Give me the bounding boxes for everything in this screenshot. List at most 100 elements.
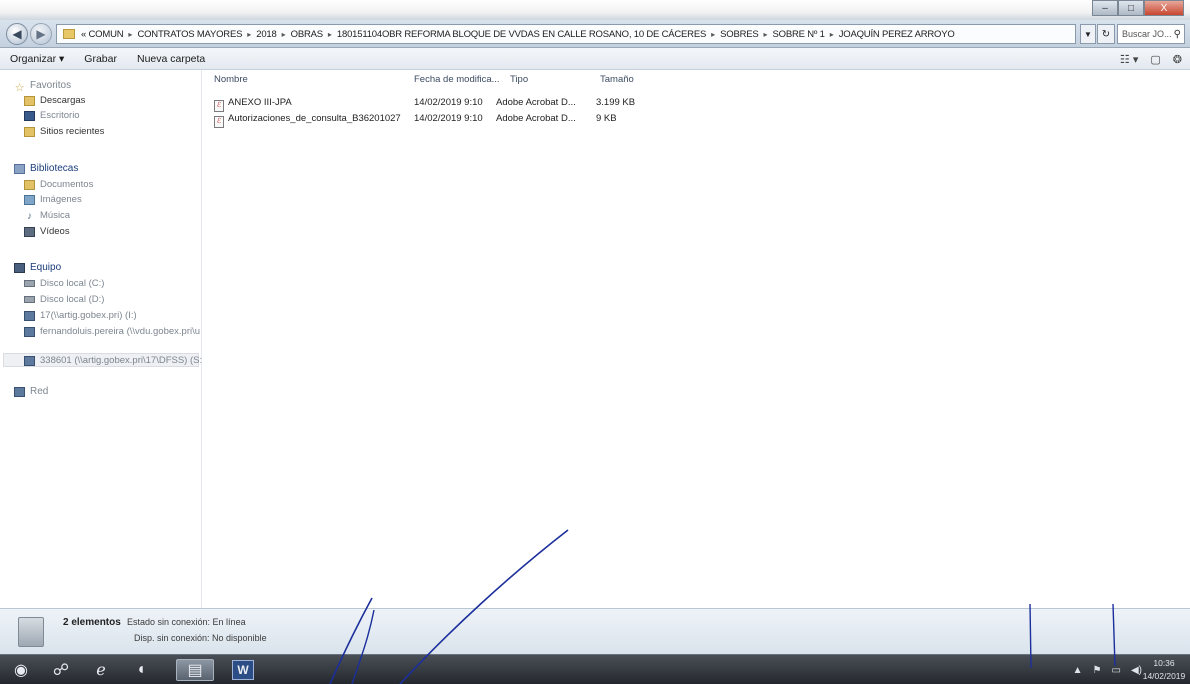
nav-item-label: 338601 (\\artig.gobex.pri\17\DFSS) (S: bbox=[40, 355, 203, 366]
nav-item-documentos[interactable]: Documentos bbox=[24, 179, 93, 190]
breadcrumb-project[interactable]: 180151104OBR REFORMA BLOQUE DE VVDAS EN … bbox=[337, 29, 706, 40]
network-drive-icon bbox=[24, 355, 35, 366]
minimize-button[interactable]: – bbox=[1092, 0, 1118, 16]
nav-favorites-label: Favoritos bbox=[30, 80, 72, 91]
nav-item-network-drive-s[interactable]: 338601 (\\artig.gobex.pri\17\DFSS) (S: bbox=[24, 355, 202, 366]
taskbar-app-media[interactable]: ◖ bbox=[128, 659, 154, 681]
nav-item-drive-d[interactable]: Disco local (D:) bbox=[24, 294, 104, 305]
help-icon[interactable]: ❂ bbox=[1173, 53, 1182, 66]
taskbar-app-explorer[interactable]: ▤ bbox=[176, 659, 214, 681]
breadcrumb-separator[interactable]: ▸ bbox=[830, 30, 834, 39]
nav-item-imagenes[interactable]: Imágenes bbox=[24, 194, 82, 205]
nav-item-label: Vídeos bbox=[40, 226, 70, 237]
network-drive-icon bbox=[24, 326, 35, 337]
column-header-modified[interactable]: Fecha de modifica... bbox=[414, 74, 500, 85]
file-list: Nombre Fecha de modifica... Tipo Tamaño … bbox=[202, 70, 1190, 608]
burn-button[interactable]: Grabar bbox=[74, 53, 127, 65]
command-bar: Organizar ▾ Grabar Nueva carpeta ☷ ▾ ▢ ❂ bbox=[0, 48, 1190, 70]
breadcrumb-separator[interactable]: ▸ bbox=[711, 30, 715, 39]
recent-places-icon bbox=[24, 126, 35, 137]
folder-icon: ▤ bbox=[187, 662, 203, 679]
clock-date: 14/02/2019 bbox=[1142, 671, 1186, 681]
column-header-type[interactable]: Tipo bbox=[510, 74, 528, 85]
breadcrumb-separator[interactable]: ▸ bbox=[282, 30, 286, 39]
breadcrumb-separator[interactable]: ▸ bbox=[128, 30, 132, 39]
nav-item-videos[interactable]: Vídeos bbox=[24, 226, 70, 237]
nav-computer[interactable]: Equipo bbox=[14, 262, 61, 273]
nav-item-escritorio[interactable]: Escritorio bbox=[24, 110, 80, 121]
network-status-icon[interactable]: ▭ bbox=[1112, 665, 1121, 676]
nav-network-label: Red bbox=[30, 386, 49, 397]
videos-icon bbox=[24, 226, 35, 237]
address-bar[interactable]: « COMUN ▸ CONTRATOS MAYORES ▸ 2018 ▸ OBR… bbox=[56, 24, 1076, 44]
media-player-icon: ◖ bbox=[136, 661, 146, 678]
start-button[interactable]: ◉ bbox=[8, 659, 34, 681]
breadcrumb-sobre-1[interactable]: SOBRE Nº 1 bbox=[773, 29, 825, 40]
file-row[interactable]: ℰ Autorizaciones_de_consulta_B36201027 14… bbox=[202, 113, 662, 128]
nav-item-drive-c[interactable]: Disco local (C:) bbox=[24, 278, 104, 289]
nav-network[interactable]: Red bbox=[14, 386, 48, 397]
nav-item-network-drive-user[interactable]: fernandoluis.pereira (\\vdu.gobex.pri\u bbox=[24, 326, 200, 337]
nav-item-label: fernandoluis.pereira (\\vdu.gobex.pri\u bbox=[40, 326, 201, 337]
breadcrumb-separator[interactable]: ▸ bbox=[328, 30, 332, 39]
nav-item-label: Imágenes bbox=[40, 194, 82, 205]
breadcrumb-separator[interactable]: ▸ bbox=[764, 30, 768, 39]
close-button[interactable]: X bbox=[1144, 0, 1184, 16]
search-input[interactable]: Buscar JO... ⚲ bbox=[1117, 24, 1185, 44]
file-modified: 14/02/2019 9:10 bbox=[414, 113, 483, 124]
file-name: Autorizaciones_de_consulta_B36201027 bbox=[228, 113, 401, 124]
pdf-file-icon: ℰ bbox=[214, 116, 224, 128]
volume-icon[interactable]: ◀) bbox=[1131, 665, 1142, 676]
breadcrumb-obras[interactable]: OBRAS bbox=[291, 29, 323, 40]
breadcrumb-sobres[interactable]: SOBRES bbox=[720, 29, 759, 40]
address-history-dropdown[interactable]: ▼ bbox=[1080, 24, 1096, 44]
nav-libraries[interactable]: Bibliotecas bbox=[14, 163, 78, 174]
clock-time: 10:36 bbox=[1153, 658, 1175, 668]
nav-favorites[interactable]: ☆ Favoritos bbox=[14, 80, 72, 94]
column-header-size[interactable]: Tamaño bbox=[600, 74, 634, 85]
maximize-button[interactable]: □ bbox=[1118, 0, 1144, 16]
arrow-left-icon: ◀ bbox=[12, 27, 22, 41]
chevron-down-icon: ▼ bbox=[1084, 29, 1092, 39]
breadcrumb-current-folder[interactable]: JOAQUÍN PEREZ ARROYO bbox=[839, 29, 955, 40]
word-icon: W bbox=[237, 663, 249, 677]
nav-item-label: Disco local (C:) bbox=[40, 278, 105, 289]
nav-item-label: Escritorio bbox=[40, 110, 80, 121]
breadcrumb-comun[interactable]: « COMUN bbox=[81, 29, 124, 40]
clock[interactable]: 10:36 14/02/2019 bbox=[1142, 657, 1186, 683]
tool-icon: ☍ bbox=[52, 662, 70, 679]
window-controls: – □ X bbox=[1092, 0, 1184, 20]
network-drive-icon bbox=[24, 310, 35, 321]
taskbar-app-word[interactable]: W bbox=[232, 660, 254, 680]
nav-item-network-drive-i[interactable]: 17(\\artig.gobex.pri) (I:) bbox=[24, 310, 137, 321]
search-icon: ⚲ bbox=[1173, 28, 1181, 40]
preview-pane-icon[interactable]: ▢ bbox=[1150, 53, 1160, 66]
taskbar: ◉ ☍ ℯ ◖ ▤ W ▲ ⚑ ▭ ◀) 10:36 14/02/2019 bbox=[0, 654, 1190, 684]
music-icon: ♪ bbox=[27, 210, 32, 222]
action-center-icon[interactable]: ⚑ bbox=[1093, 665, 1102, 676]
file-size: 3.199 KB bbox=[596, 97, 636, 108]
nav-item-musica[interactable]: ♪ Música bbox=[24, 210, 70, 222]
show-hidden-icons-button[interactable]: ▲ bbox=[1073, 665, 1083, 676]
refresh-button[interactable]: ↻ bbox=[1097, 24, 1115, 44]
breadcrumb-contratos-mayores[interactable]: CONTRATOS MAYORES bbox=[137, 29, 242, 40]
taskbar-app-settings[interactable]: ☍ bbox=[48, 659, 74, 681]
folder-details-icon bbox=[18, 617, 44, 647]
pdf-file-icon: ℰ bbox=[214, 100, 224, 112]
nav-item-sitios-recientes[interactable]: Sitios recientes bbox=[24, 126, 104, 137]
change-view-icon[interactable]: ☷ ▾ bbox=[1120, 53, 1138, 66]
nav-item-label: Documentos bbox=[40, 179, 94, 190]
new-folder-button[interactable]: Nueva carpeta bbox=[127, 53, 215, 65]
breadcrumb-separator[interactable]: ▸ bbox=[247, 30, 251, 39]
offline-availability: Disp. sin conexión: No disponible bbox=[134, 633, 267, 643]
forward-button[interactable]: ▶ bbox=[30, 23, 52, 45]
breadcrumb-2018[interactable]: 2018 bbox=[256, 29, 277, 40]
nav-item-descargas[interactable]: Descargas bbox=[24, 95, 85, 106]
search-placeholder: Buscar JO... bbox=[1122, 29, 1172, 39]
file-row[interactable]: ℰ ANEXO III-JPA 14/02/2019 9:10 Adobe Acr… bbox=[202, 97, 662, 112]
taskbar-app-internet-explorer[interactable]: ℯ bbox=[88, 659, 114, 681]
back-button[interactable]: ◀ bbox=[6, 23, 28, 45]
computer-icon bbox=[14, 262, 25, 273]
column-header-name[interactable]: Nombre bbox=[214, 74, 248, 85]
organize-button[interactable]: Organizar ▾ bbox=[0, 53, 74, 65]
